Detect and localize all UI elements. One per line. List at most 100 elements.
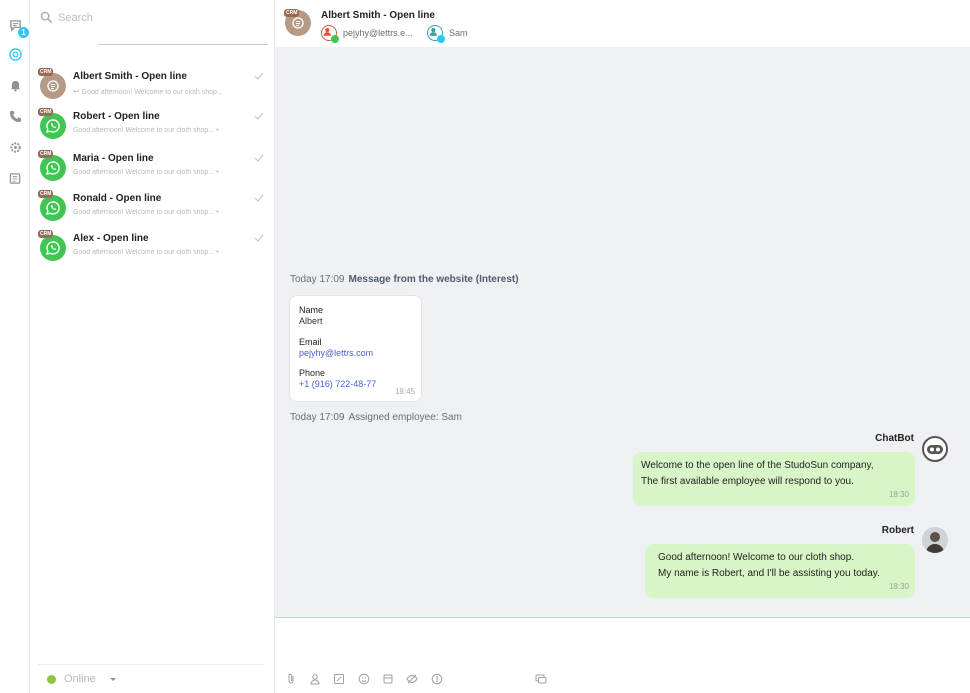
notifications-button[interactable] <box>6 76 24 94</box>
form-name-label: Name <box>299 305 324 315</box>
crm-tag: CRM <box>284 9 300 17</box>
reply-icon: ↩ <box>73 87 80 96</box>
whatsapp-icon <box>46 161 60 175</box>
openlines-icon <box>437 35 445 43</box>
form-phone-link[interactable]: +1 (916) 722-48-77 <box>299 379 376 389</box>
chat-avatar <box>40 235 66 261</box>
history-button[interactable] <box>6 169 24 187</box>
search-underline <box>98 44 268 45</box>
message-line: The first available employee will respon… <box>641 476 854 487</box>
attach-button[interactable] <box>285 672 297 684</box>
chat-item-ronald[interactable]: CRM Ronald - Open line Good afternoon! W… <box>30 190 274 232</box>
form-card: Name Albert Email pejyhy@lettrs.com Phon… <box>289 295 422 402</box>
openlines-button[interactable] <box>6 45 24 63</box>
user-icon <box>310 674 320 685</box>
gear-icon <box>9 141 21 153</box>
status-dot <box>47 675 56 684</box>
templates-button[interactable] <box>382 672 394 684</box>
bot-message-bubble: Welcome to the open line of the StudoSun… <box>633 452 915 506</box>
chatbot-avatar <box>922 436 948 462</box>
message-input[interactable] <box>285 624 955 668</box>
chat-item-robert[interactable]: CRM Robert - Open line Good afternoon! W… <box>30 108 274 150</box>
sender-name: Robert <box>881 525 914 536</box>
smile-icon <box>358 673 370 685</box>
settings-button[interactable] <box>6 138 24 156</box>
status-selector[interactable]: Online <box>38 664 264 693</box>
client-email: pejyhy@lettrs.e... <box>343 28 413 38</box>
check-icon <box>254 194 264 202</box>
thumbs-up-icon <box>331 35 339 43</box>
message-area: Today 17:09 Message from the website (Int… <box>275 48 970 618</box>
system-message: Today 17:09 Assigned employee: Sam <box>290 412 462 423</box>
emoji-button[interactable] <box>358 672 370 685</box>
operator-name: Sam <box>449 28 468 38</box>
chat-preview-text: Good afternoon! Welcome to our cloth sho… <box>81 89 223 96</box>
chat-item-maria[interactable]: CRM Maria - Open line Good afternoon! We… <box>30 150 274 192</box>
search-input[interactable] <box>58 8 268 28</box>
chat-bubble-icon <box>535 674 547 684</box>
system-text: Assigned employee: Sam <box>348 412 462 423</box>
form-name-value: Albert <box>299 316 323 326</box>
chat-title: Alex - Open line <box>73 233 149 244</box>
participant-operator[interactable]: Sam <box>427 24 468 43</box>
form-email-link[interactable]: pejyhy@lettrs.com <box>299 348 373 358</box>
message-line: Good afternoon! Welcome to our cloth sho… <box>658 552 855 563</box>
sender-name: ChatBot <box>875 433 914 444</box>
participant-client[interactable]: pejyhy@lettrs.e... <box>321 24 413 43</box>
person-photo-icon <box>922 527 948 553</box>
openlines-icon <box>8 47 22 61</box>
chat-item-albert[interactable]: CRM Albert Smith - Open line ↩ Good afte… <box>30 68 274 110</box>
chats-button[interactable]: 1 <box>6 16 29 38</box>
contact-button[interactable] <box>309 672 321 685</box>
chat-avatar <box>40 155 66 181</box>
composer <box>275 618 970 693</box>
calls-button[interactable] <box>6 107 24 125</box>
message-line: Welcome to the open line of the StudoSun… <box>641 460 874 471</box>
chat-options-button[interactable] <box>535 672 547 684</box>
form-phone-label: Phone <box>299 368 326 378</box>
list-icon <box>9 172 20 184</box>
chat-header: CRM Albert Smith - Open line pejyhy@lett… <box>275 0 970 48</box>
agent-avatar <box>922 527 948 553</box>
crm-contact-icon <box>292 17 304 29</box>
icon-rail: 1 <box>0 0 30 693</box>
whatsapp-icon <box>46 201 60 215</box>
chat-avatar <box>40 195 66 221</box>
form-email-label: Email <box>299 337 322 347</box>
check-icon <box>254 112 264 120</box>
chat-title: Ronald - Open line <box>73 193 162 204</box>
status-label: Online <box>64 673 96 685</box>
robot-icon <box>927 445 943 454</box>
bell-icon <box>10 80 20 92</box>
payment-button[interactable] <box>431 672 443 685</box>
check-icon <box>254 234 264 242</box>
system-time: Today 17:09 <box>290 412 345 423</box>
crm-tag: CRM <box>38 190 54 198</box>
message-line: My name is Robert, and I'll be assisting… <box>658 568 880 579</box>
chat-preview: ↩ Good afternoon! Welcome to our cloth s… <box>73 87 258 96</box>
paperclip-icon <box>288 673 294 684</box>
operator-avatar <box>427 25 445 43</box>
template-icon <box>383 674 393 684</box>
coin-icon <box>431 673 443 685</box>
chat-preview: Good afternoon! Welcome to our cloth sho… <box>73 169 219 176</box>
chat-item-alex[interactable]: CRM Alex - Open line Good afternoon! Wel… <box>30 230 274 272</box>
crm-contact-icon <box>47 80 59 92</box>
chat-avatar <box>40 113 66 139</box>
chat-preview: Good afternoon! Welcome to our cloth sho… <box>73 209 219 216</box>
quick-answers-button[interactable] <box>333 672 345 684</box>
system-text: Message from the website (Interest) <box>348 274 519 285</box>
agent-message-bubble: Good afternoon! Welcome to our cloth sho… <box>645 544 915 598</box>
message-time: 18:30 <box>888 490 909 499</box>
search-box <box>40 8 269 46</box>
client-avatar <box>321 25 339 43</box>
whatsapp-icon <box>46 119 60 133</box>
search-icon <box>40 11 53 24</box>
system-time: Today 17:09 <box>290 274 345 285</box>
hidden-message-button[interactable] <box>406 672 418 684</box>
chevron-down-icon <box>110 678 116 681</box>
crm-tag: CRM <box>38 68 54 76</box>
chat-title: Albert Smith - Open line <box>73 71 187 82</box>
eye-off-icon <box>406 674 418 684</box>
chat-title: Maria - Open line <box>73 153 154 164</box>
